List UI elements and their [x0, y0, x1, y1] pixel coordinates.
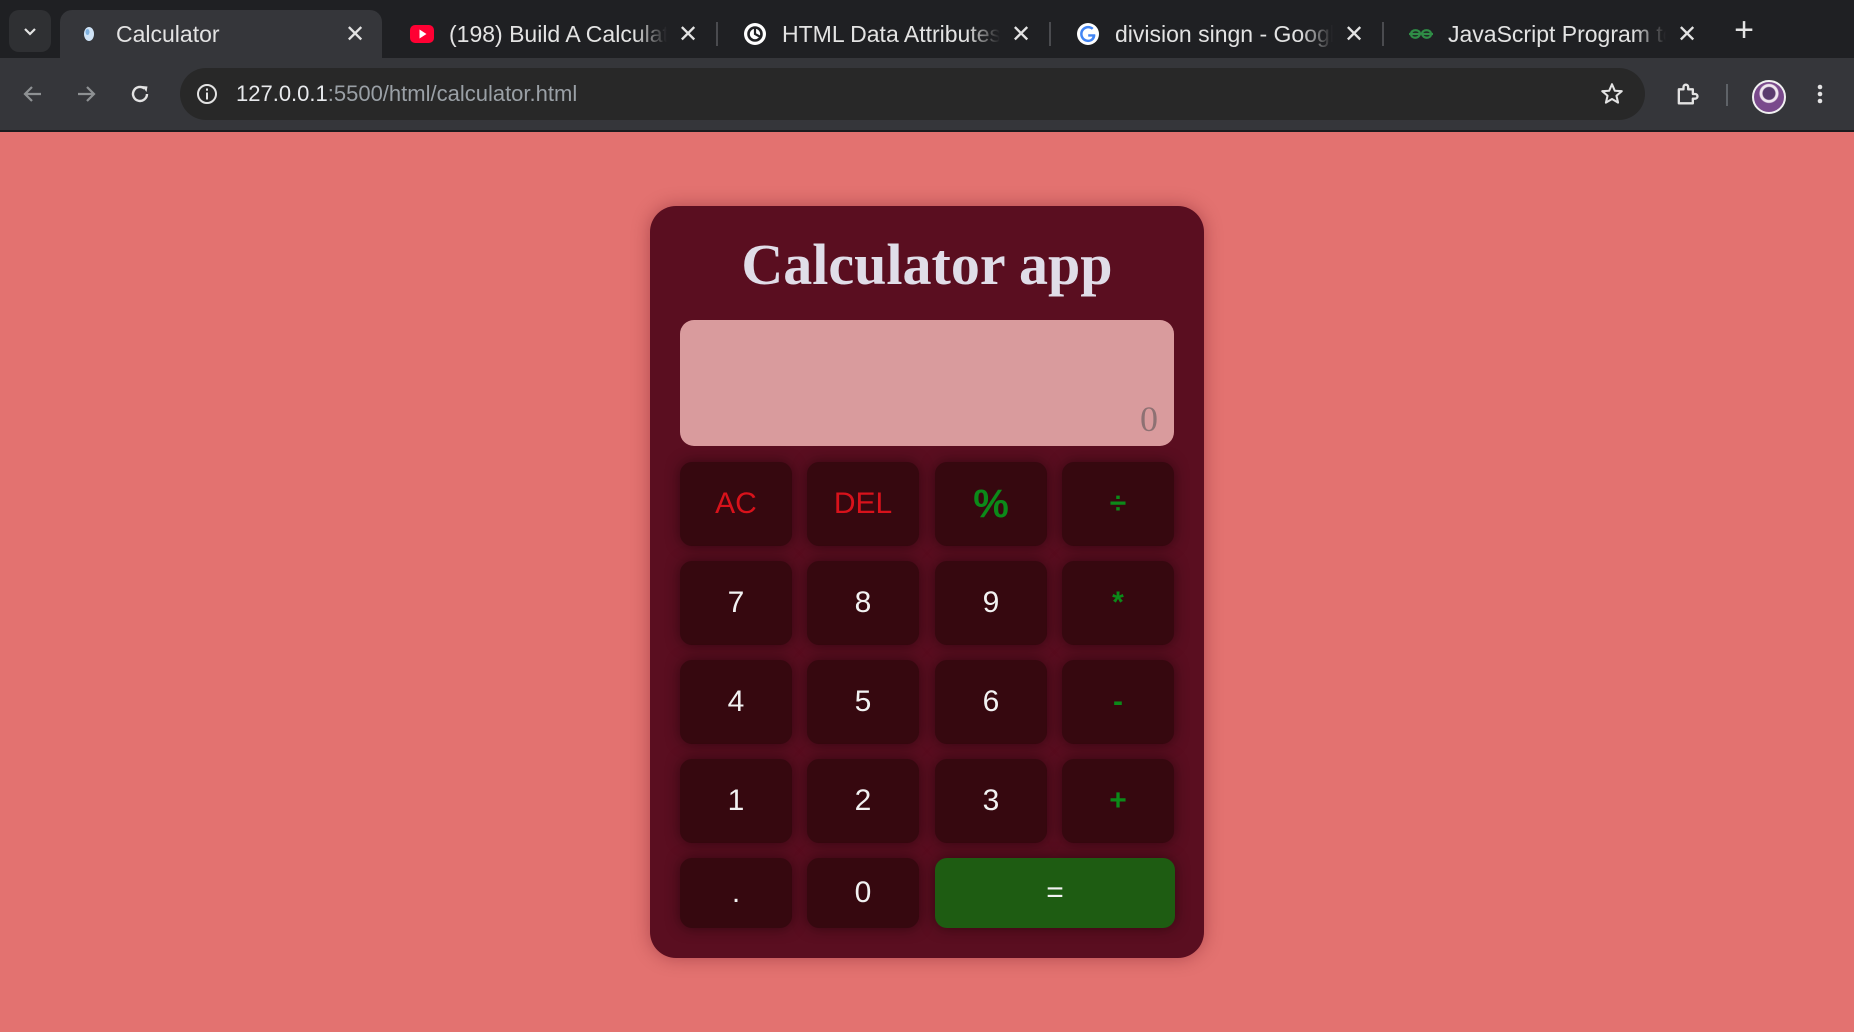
tab-separator — [1049, 22, 1051, 46]
digit-4-button[interactable]: 4 — [680, 660, 792, 744]
extensions-puzzle-icon[interactable] — [1667, 74, 1707, 114]
tab-geeksforgeeks[interactable]: JavaScript Program to ✕ — [1392, 10, 1714, 58]
digit-7-button[interactable]: 7 — [680, 561, 792, 645]
tab-search-button[interactable] — [9, 10, 51, 52]
digit-6-button[interactable]: 6 — [935, 660, 1047, 744]
openai-icon — [742, 21, 768, 47]
digit-8-button[interactable]: 8 — [807, 561, 919, 645]
tab-title: (198) Build A Calculator — [449, 20, 667, 47]
browser-tab-strip: Calculator ✕ (198) Build A Calculator ✕ … — [0, 0, 1854, 58]
close-tab-icon[interactable]: ✕ — [1674, 21, 1700, 48]
browser-toolbar: 127.0.0.1:5500/html/calculator.html — [0, 58, 1854, 132]
calculator-panel: Calculator app 0 AC DEL % ÷ 7 8 9 * 4 5 … — [650, 206, 1204, 958]
profile-avatar[interactable] — [1752, 80, 1786, 114]
back-button[interactable] — [13, 74, 53, 114]
reload-button[interactable] — [120, 74, 160, 114]
digit-1-button[interactable]: 1 — [680, 759, 792, 843]
delete-button[interactable]: DEL — [807, 462, 919, 546]
more-menu-icon[interactable] — [1800, 74, 1840, 114]
tab-title: JavaScript Program to — [1448, 20, 1666, 47]
address-bar[interactable]: 127.0.0.1:5500/html/calculator.html — [180, 68, 1645, 120]
digit-5-button[interactable]: 5 — [807, 660, 919, 744]
tab-title: division singn - Google — [1115, 20, 1333, 47]
close-tab-icon[interactable]: ✕ — [342, 21, 368, 48]
all-clear-button[interactable]: AC — [680, 462, 792, 546]
site-info-icon[interactable] — [192, 79, 222, 109]
close-tab-icon[interactable]: ✕ — [1341, 21, 1367, 48]
google-icon — [1075, 21, 1101, 47]
forward-button[interactable] — [66, 74, 106, 114]
digit-9-button[interactable]: 9 — [935, 561, 1047, 645]
equals-button[interactable]: = — [935, 858, 1175, 928]
tab-title: Calculator — [116, 20, 220, 47]
multiply-button[interactable]: * — [1062, 561, 1174, 645]
close-tab-icon[interactable]: ✕ — [1008, 21, 1034, 48]
bookmark-star-icon[interactable] — [1597, 79, 1627, 109]
decimal-point-button[interactable]: . — [680, 858, 792, 928]
arrow-right-icon — [78, 86, 96, 102]
url-text: 127.0.0.1:5500/html/calculator.html — [236, 81, 577, 107]
new-tab-button[interactable]: + — [1726, 11, 1762, 49]
tab-google-search[interactable]: division singn - Google ✕ — [1059, 10, 1381, 58]
reload-icon — [131, 85, 149, 103]
tab-html-data-attributes[interactable]: HTML Data Attributes ✕ — [726, 10, 1048, 58]
url-host: 127.0.0.1 — [236, 81, 328, 106]
close-tab-icon[interactable]: ✕ — [675, 21, 701, 48]
tab-calculator[interactable]: Calculator ✕ — [60, 10, 382, 58]
divide-button[interactable]: ÷ — [1062, 462, 1174, 546]
add-button[interactable]: + — [1062, 759, 1174, 843]
tab-title: HTML Data Attributes — [782, 20, 1000, 47]
youtube-icon — [409, 21, 435, 47]
arrow-left-icon — [23, 86, 41, 102]
globe-icon — [76, 21, 102, 47]
tab-separator — [716, 22, 718, 46]
tab-separator — [1382, 22, 1384, 46]
subtract-button[interactable]: - — [1062, 660, 1174, 744]
tab-youtube[interactable]: (198) Build A Calculator ✕ — [393, 10, 715, 58]
toolbar-divider — [1726, 84, 1728, 106]
geeksforgeeks-icon — [1408, 21, 1434, 47]
percent-button[interactable]: % — [935, 462, 1047, 546]
chevron-down-icon — [24, 28, 36, 36]
digit-2-button[interactable]: 2 — [807, 759, 919, 843]
url-path: :5500/html/calculator.html — [327, 81, 578, 106]
digit-3-button[interactable]: 3 — [935, 759, 1047, 843]
digit-0-button[interactable]: 0 — [807, 858, 919, 928]
display-value: 0 — [1140, 399, 1158, 439]
calculator-title: Calculator app — [741, 232, 1113, 297]
calculator-display: 0 — [680, 320, 1174, 446]
